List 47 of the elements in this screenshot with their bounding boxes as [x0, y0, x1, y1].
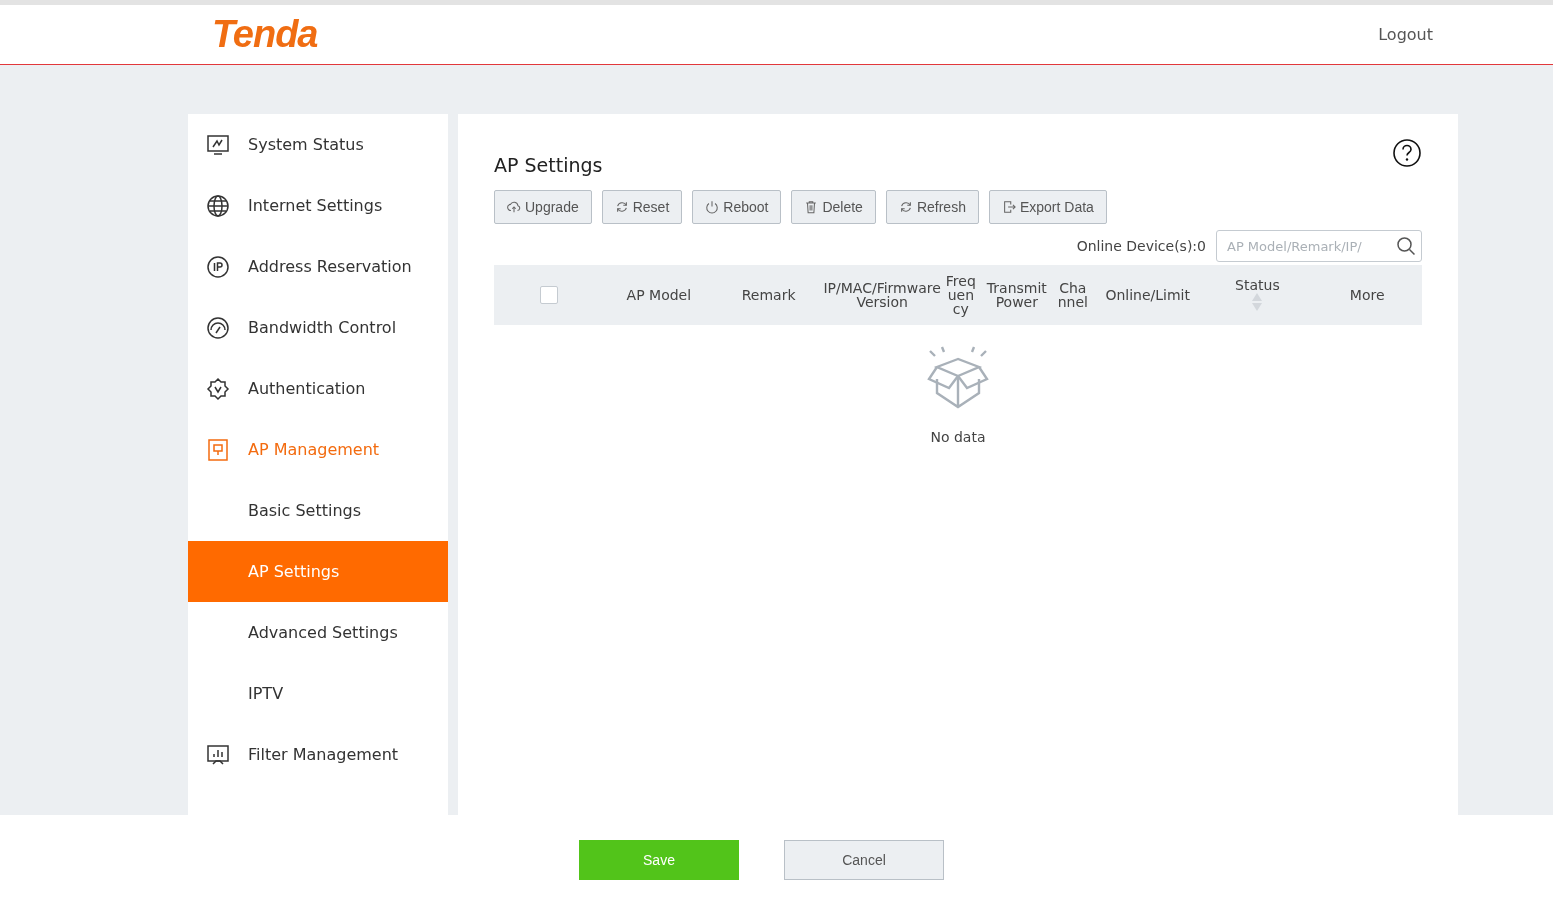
column-header: AP Model — [626, 288, 692, 302]
help-icon[interactable] — [1392, 138, 1422, 168]
refresh-icon — [614, 200, 629, 214]
refresh-icon — [898, 200, 913, 214]
power-icon — [705, 200, 720, 214]
sidebar-item[interactable]: Internet Settings — [188, 175, 448, 236]
page-title: AP Settings — [494, 154, 603, 176]
chart-icon — [206, 742, 230, 767]
empty-message: No data — [930, 429, 986, 445]
column-header: Online/Limit — [1105, 288, 1190, 302]
badge-icon — [206, 376, 230, 401]
search-field[interactable]: AP Model/Remark/IP/ — [1216, 230, 1422, 262]
tenda-logo: Tenda — [212, 13, 318, 56]
column-header: Remark — [741, 288, 796, 302]
cloud-upload-icon — [507, 200, 521, 214]
search-icon[interactable] — [1396, 236, 1416, 256]
column-header: Channel — [1056, 281, 1089, 309]
cancel-button[interactable]: Cancel — [784, 839, 944, 880]
gauge-icon — [206, 315, 230, 340]
sidebar-item[interactable]: Filter Management — [188, 724, 448, 785]
sidebar-subitem[interactable]: IPTV — [188, 663, 448, 724]
sidebar-subitem[interactable]: Basic Settings — [188, 480, 448, 541]
sidebar-subitem[interactable]: Advanced Settings — [188, 602, 448, 663]
reset-button[interactable]: Reset — [601, 190, 683, 224]
column-header: Transmit Power — [985, 281, 1048, 309]
delete-button[interactable]: Delete — [791, 190, 876, 224]
online-devices-count: Online Device(s):0 — [1076, 238, 1206, 254]
export-icon — [1001, 200, 1016, 214]
logout-link[interactable]: Logout — [1378, 25, 1433, 44]
square-icon — [206, 437, 230, 462]
export-button[interactable]: Export Data — [988, 190, 1107, 224]
monitor-icon — [206, 132, 230, 157]
ip-icon — [206, 254, 230, 279]
column-header: Status — [1235, 278, 1280, 292]
sidebar-item[interactable]: System Status — [188, 114, 448, 175]
column-header: More — [1349, 288, 1385, 302]
globe-icon — [206, 193, 230, 218]
sidebar-item[interactable]: Bandwidth Control — [188, 297, 448, 358]
column-header: Frequency — [944, 274, 977, 316]
sidebar-item[interactable]: Authentication — [188, 358, 448, 419]
sidebar-item[interactable]: Address Reservation — [188, 236, 448, 297]
reboot-button[interactable]: Reboot — [692, 190, 782, 224]
trash-icon — [804, 200, 819, 214]
column-header: IP/MAC/Firmware Version — [823, 281, 941, 309]
select-all-checkbox[interactable] — [540, 286, 558, 304]
upgrade-button[interactable]: Upgrade — [494, 190, 592, 224]
refresh-button[interactable]: Refresh — [885, 190, 979, 224]
